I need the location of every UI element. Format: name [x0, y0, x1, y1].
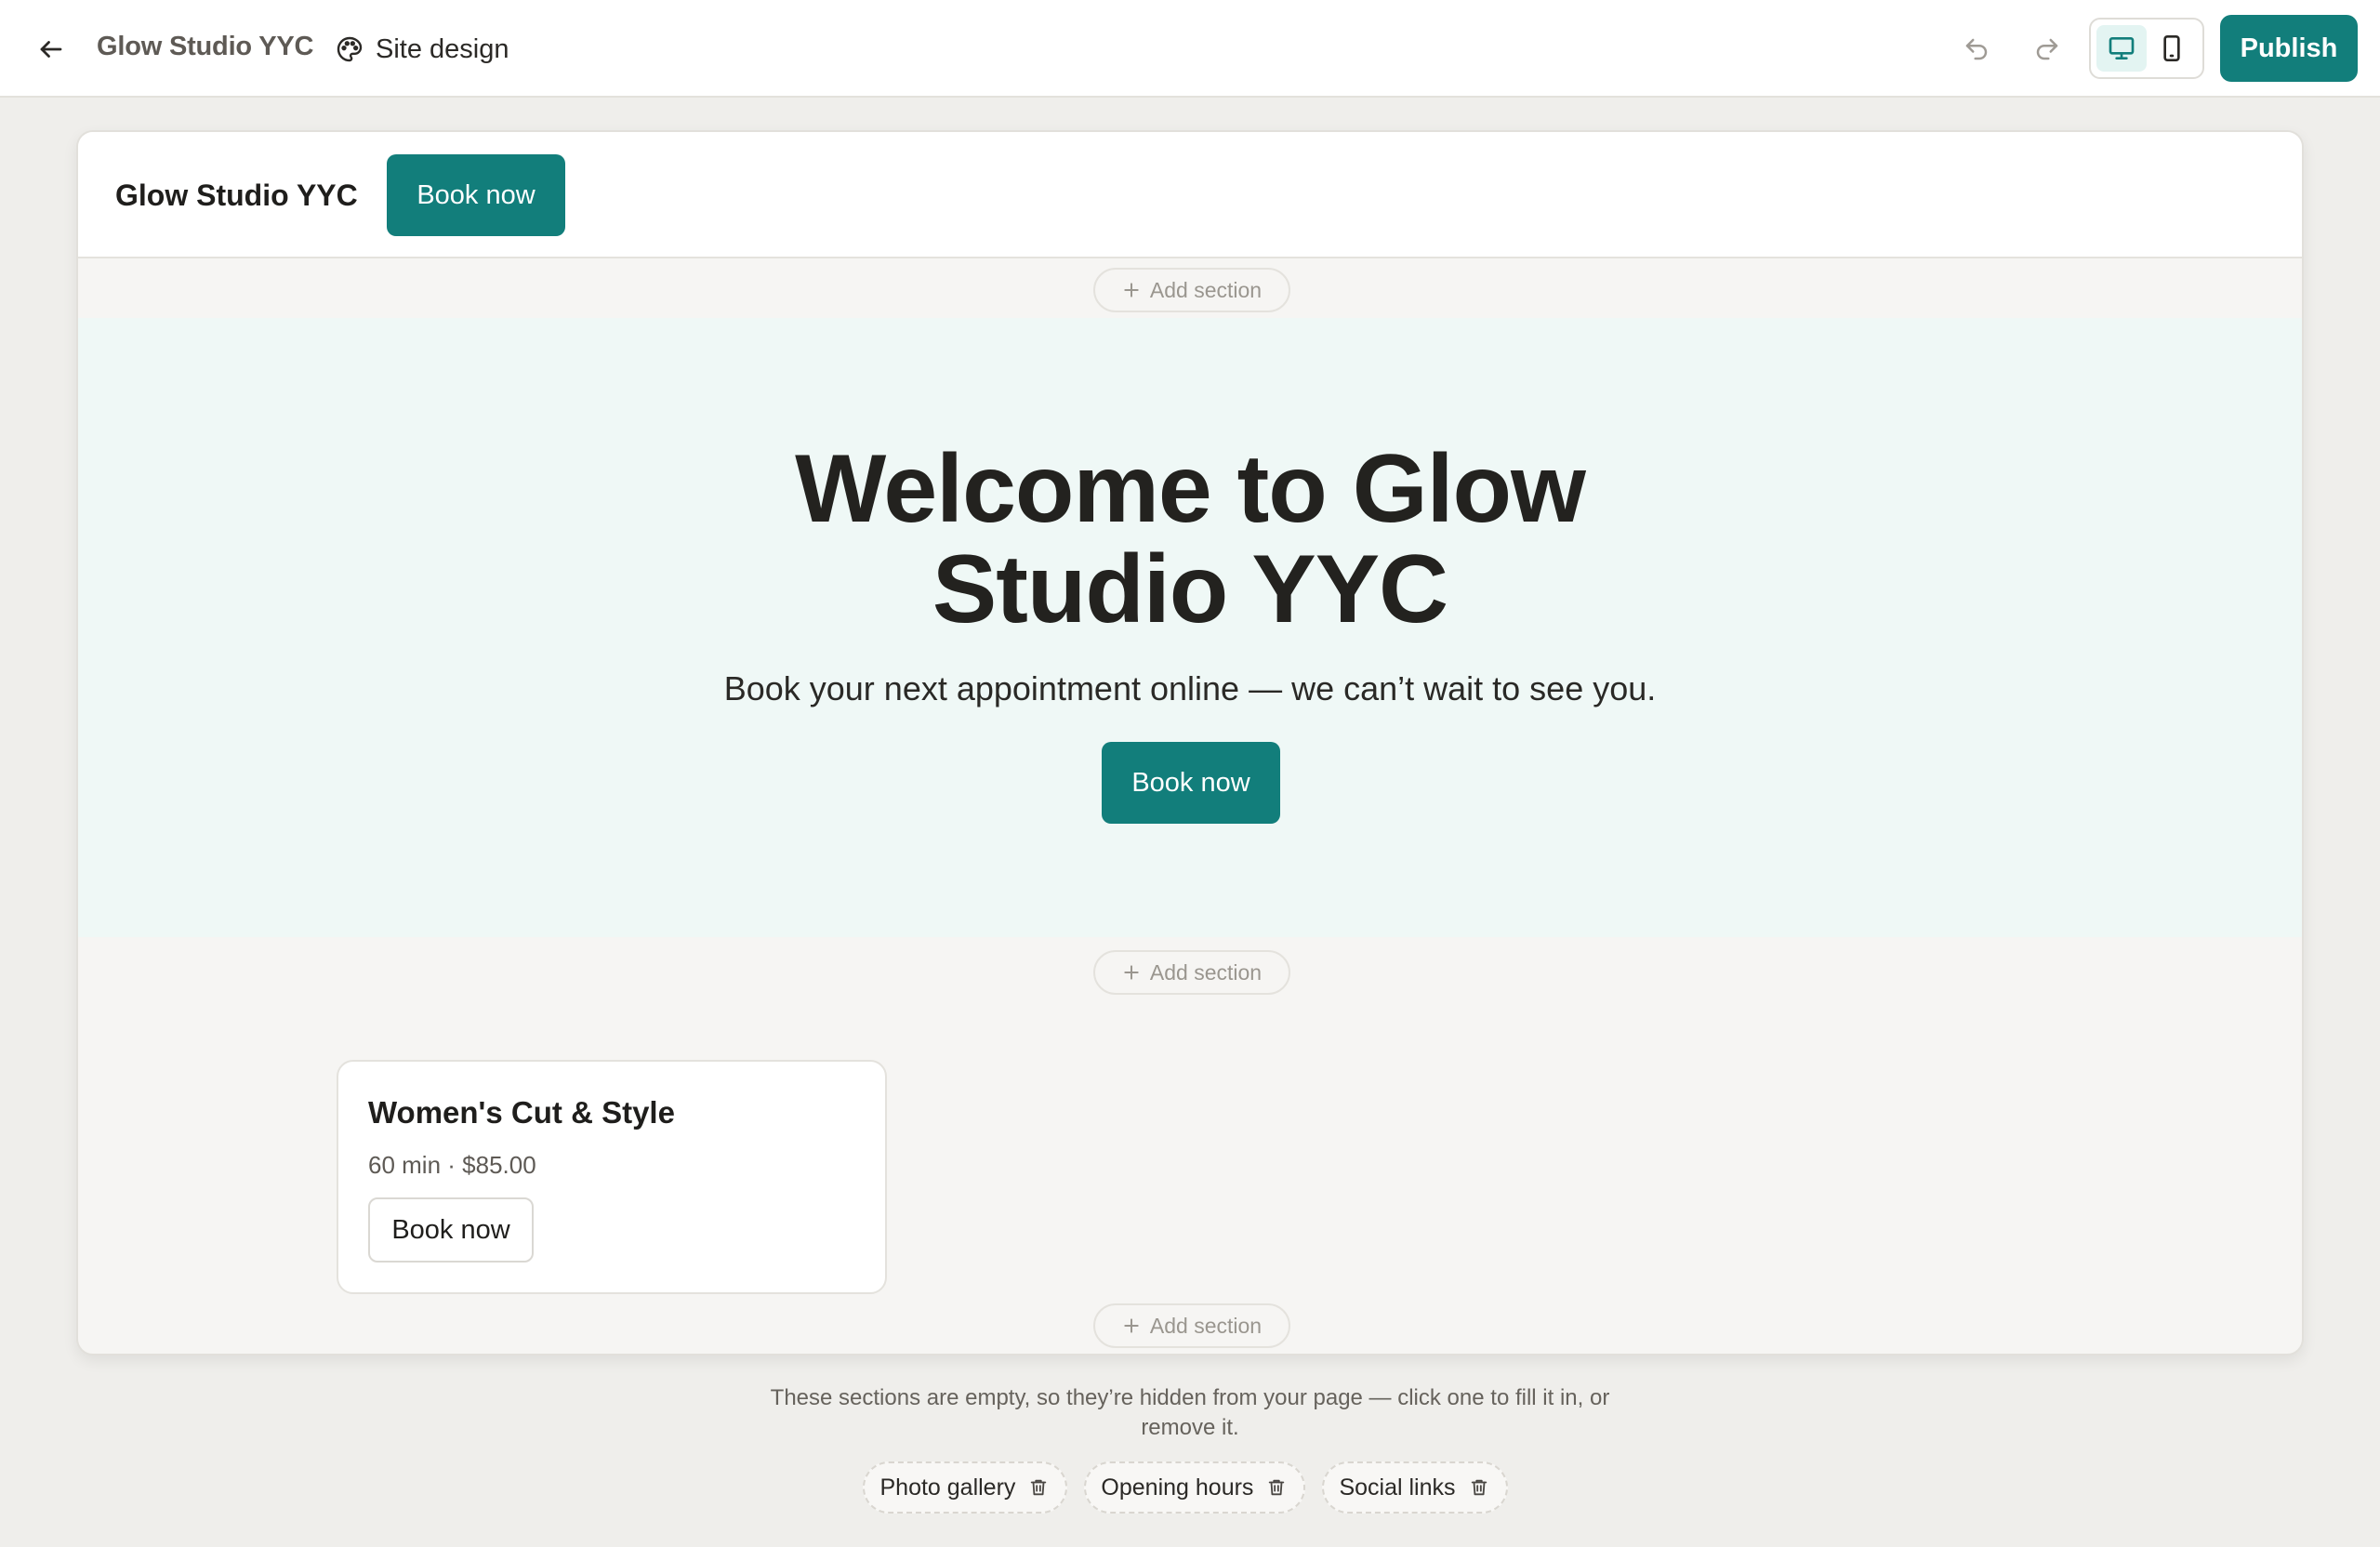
hidden-section-photo-gallery[interactable]: Photo gallery — [863, 1461, 1068, 1514]
delete-section-button[interactable] — [1266, 1476, 1287, 1499]
add-section-label: Add section — [1149, 277, 1263, 302]
add-section-button[interactable]: Add section — [1093, 268, 1290, 312]
redo-icon — [2036, 38, 2058, 60]
hidden-section-label: Opening hours — [1101, 1474, 1254, 1501]
trash-icon — [1471, 1479, 1487, 1496]
palette-icon — [337, 36, 363, 62]
site-header[interactable]: Glow Studio YYC Book now — [78, 132, 2302, 258]
hidden-sections-note: These sections are empty, so they’re hid… — [770, 1385, 1610, 1440]
plus-icon — [1124, 283, 1139, 298]
hero-book-button[interactable]: Book now — [1102, 742, 1280, 824]
undo-icon — [1965, 38, 1988, 60]
plus-icon — [1124, 1318, 1139, 1333]
trash-icon — [1269, 1479, 1285, 1496]
hidden-sections-list: Photo gallery Opening hours Social links — [0, 1461, 2380, 1514]
delete-section-button[interactable] — [1028, 1476, 1049, 1499]
hidden-section-opening-hours[interactable]: Opening hours — [1084, 1461, 1306, 1514]
add-section-button[interactable]: Add section — [1093, 1303, 1290, 1348]
service-name: Women's Cut & Style — [368, 1095, 675, 1130]
hidden-section-social-links[interactable]: Social links — [1322, 1461, 1508, 1514]
site-title: Glow Studio YYC — [97, 32, 314, 61]
header-book-button[interactable]: Book now — [387, 154, 565, 236]
trash-icon — [1031, 1479, 1047, 1496]
desktop-view-button[interactable] — [2096, 25, 2147, 72]
service-card[interactable]: Women's Cut & Style 60 min · $85.00 Book… — [337, 1060, 887, 1294]
site-brand: Glow Studio YYC — [115, 178, 358, 212]
hero-subtitle: Book your next appointment online — we c… — [723, 669, 1657, 707]
editor-toolbar: Glow Studio YYC Site design Publish — [0, 0, 2380, 98]
add-section-label: Add section — [1149, 959, 1263, 985]
hero-section[interactable]: Welcome to Glow Studio YYC Book your nex… — [78, 318, 2302, 937]
add-section-label: Add section — [1149, 1313, 1263, 1338]
device-toggle — [2089, 18, 2204, 79]
back-button[interactable] — [30, 28, 73, 71]
site-design-button[interactable]: Site design — [335, 28, 509, 71]
monitor-icon — [2109, 36, 2135, 60]
redo-button[interactable] — [2021, 23, 2073, 75]
service-book-button[interactable]: Book now — [368, 1197, 534, 1263]
delete-section-button[interactable] — [1469, 1476, 1489, 1499]
plus-icon — [1124, 965, 1139, 980]
hidden-section-label: Social links — [1339, 1474, 1456, 1501]
site-design-label: Site design — [376, 33, 509, 64]
mobile-view-button[interactable] — [2147, 25, 2197, 72]
add-section-button[interactable]: Add section — [1093, 950, 1290, 995]
phone-icon — [2163, 35, 2180, 61]
site-preview: Glow Studio YYC Book now Add section Wel… — [76, 130, 2304, 1355]
hidden-section-label: Photo gallery — [879, 1474, 1016, 1501]
hero-title: Welcome to Glow Studio YYC — [795, 435, 1586, 643]
arrow-left-icon — [40, 41, 62, 58]
undo-button[interactable] — [1950, 23, 2003, 75]
publish-button[interactable]: Publish — [2220, 15, 2358, 82]
service-duration-price: 60 min · $85.00 — [368, 1151, 536, 1179]
